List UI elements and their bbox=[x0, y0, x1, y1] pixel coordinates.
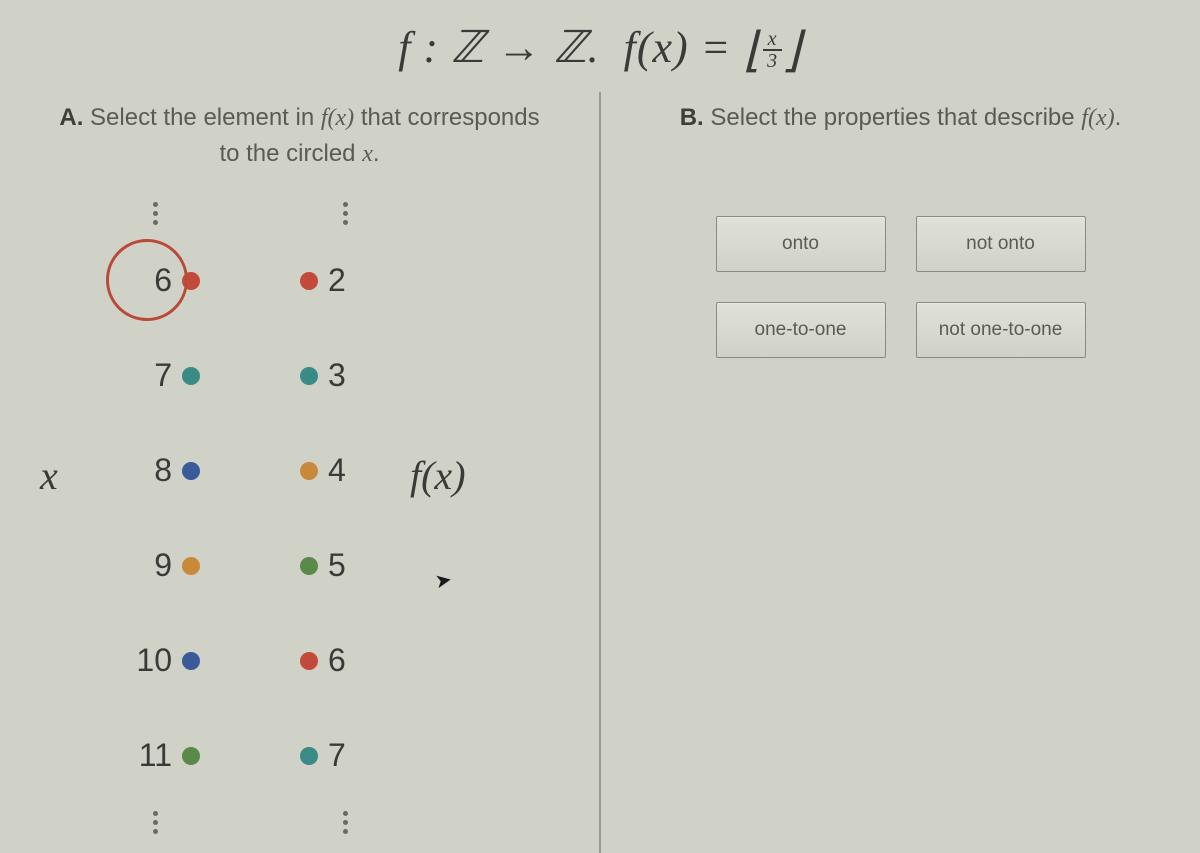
domain-node-7[interactable]: 7 bbox=[110, 328, 200, 423]
part-b-text-1: Select the properties that describe bbox=[710, 104, 1074, 131]
dot-icon bbox=[300, 367, 318, 385]
part-b-period: . bbox=[1115, 104, 1122, 131]
columns: A. Select the element in f(x) that corre… bbox=[0, 92, 1200, 853]
dot-icon bbox=[182, 272, 200, 290]
codomain-node-6[interactable]: 6 bbox=[300, 613, 390, 708]
domain-node-10[interactable]: 10 bbox=[110, 613, 200, 708]
part-b-label: B. bbox=[680, 104, 704, 131]
domain-node-9[interactable]: 9 bbox=[110, 518, 200, 613]
property-buttons: onto not onto one-to-one not one-to-one bbox=[621, 216, 1180, 358]
floor-left-bracket: ⌊ bbox=[743, 24, 763, 77]
vertical-ellipsis-icon bbox=[343, 202, 348, 225]
codomain-node-4[interactable]: 4 bbox=[300, 423, 390, 518]
domain-node-6[interactable]: 6 bbox=[110, 233, 200, 328]
dot-icon bbox=[182, 462, 200, 480]
codomain-value: 5 bbox=[328, 547, 346, 584]
part-a: A. Select the element in f(x) that corre… bbox=[0, 92, 599, 853]
codomain-node-3[interactable]: 3 bbox=[300, 328, 390, 423]
part-a-text-1: Select the element in bbox=[90, 104, 314, 131]
domain-value: 6 bbox=[154, 262, 172, 299]
dot-icon bbox=[300, 462, 318, 480]
domain-value: 9 bbox=[154, 547, 172, 584]
axis-label-fx: f(x) bbox=[410, 452, 466, 499]
part-a-text-3: to the circled bbox=[219, 140, 355, 167]
dot-icon bbox=[300, 652, 318, 670]
codomain-value: 7 bbox=[328, 737, 346, 774]
part-a-fx: f(x) bbox=[321, 105, 354, 131]
axis-label-x: x bbox=[40, 452, 58, 499]
dot-icon bbox=[300, 747, 318, 765]
domain-value: 8 bbox=[154, 452, 172, 489]
domain-value: 11 bbox=[139, 737, 172, 774]
one-to-one-button[interactable]: one-to-one bbox=[716, 302, 886, 358]
function-definition: f : ℤ → ℤ. f(x) = ⌊x3⌋ bbox=[0, 0, 1200, 92]
codomain-node-7[interactable]: 7 bbox=[300, 708, 390, 803]
codomain-value: 6 bbox=[328, 642, 346, 679]
floor-right-bracket: ⌋ bbox=[782, 24, 802, 77]
part-b-fx: f(x) bbox=[1081, 105, 1114, 131]
dot-icon bbox=[182, 747, 200, 765]
part-a-label: A. bbox=[59, 104, 83, 131]
dot-icon bbox=[182, 367, 200, 385]
fraction-denominator: 3 bbox=[763, 51, 782, 71]
mapping-diagram: x f(x) 6 7 8 9 bbox=[20, 202, 579, 822]
dot-icon bbox=[182, 557, 200, 575]
dot-icon bbox=[300, 557, 318, 575]
dot-icon bbox=[182, 652, 200, 670]
circled-indicator bbox=[106, 239, 188, 321]
domain-node-11[interactable]: 11 bbox=[110, 708, 200, 803]
domain-value: 7 bbox=[154, 357, 172, 394]
cursor-icon: ➤ bbox=[433, 567, 454, 595]
not-one-to-one-button[interactable]: not one-to-one bbox=[916, 302, 1086, 358]
codomain-value: 4 bbox=[328, 452, 346, 489]
not-onto-button[interactable]: not onto bbox=[916, 216, 1086, 272]
codomain-node-2[interactable]: 2 bbox=[300, 233, 390, 328]
vertical-ellipsis-icon bbox=[153, 202, 158, 225]
vertical-ellipsis-icon bbox=[153, 811, 158, 834]
function-lhs: f : ℤ → ℤ. bbox=[398, 23, 599, 72]
domain-value: 10 bbox=[136, 642, 172, 679]
vertical-ellipsis-icon bbox=[343, 811, 348, 834]
codomain-column: 2 3 4 5 6 bbox=[300, 202, 390, 834]
function-rhs-f: f(x) = bbox=[624, 23, 732, 72]
domain-node-8[interactable]: 8 bbox=[110, 423, 200, 518]
part-b-prompt: B. Select the properties that describe f… bbox=[621, 100, 1180, 136]
dot-icon bbox=[300, 272, 318, 290]
onto-button[interactable]: onto bbox=[716, 216, 886, 272]
codomain-node-5[interactable]: 5 bbox=[300, 518, 390, 613]
part-a-period: . bbox=[373, 140, 380, 167]
fraction: x3 bbox=[763, 29, 782, 71]
domain-column: 6 7 8 9 10 bbox=[110, 202, 200, 834]
codomain-value: 3 bbox=[328, 357, 346, 394]
fraction-numerator: x bbox=[763, 29, 782, 51]
part-a-text-2: that corresponds bbox=[361, 104, 540, 131]
codomain-value: 2 bbox=[328, 262, 346, 299]
part-b: B. Select the properties that describe f… bbox=[601, 92, 1200, 853]
part-a-prompt: A. Select the element in f(x) that corre… bbox=[20, 100, 579, 172]
part-a-var: x bbox=[362, 141, 373, 167]
